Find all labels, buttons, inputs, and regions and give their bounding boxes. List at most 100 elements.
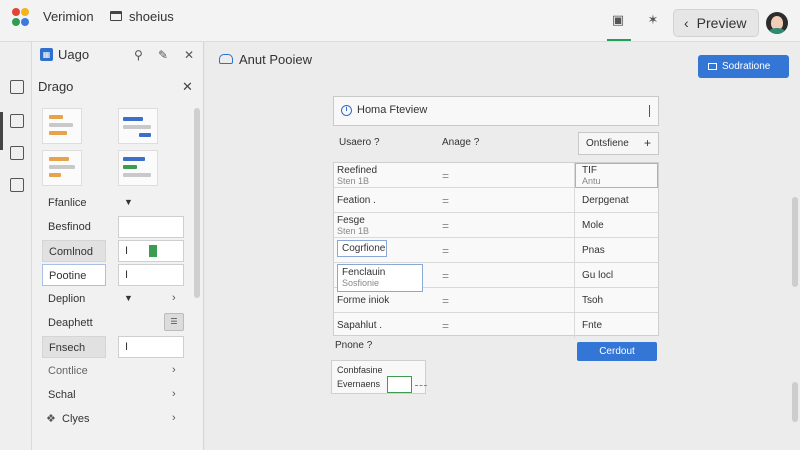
drag-handle-icon[interactable]: =	[442, 269, 449, 283]
frame-row: Conbfasine	[337, 365, 383, 375]
table-row[interactable]: Forme iniok = Tsoh	[334, 288, 658, 313]
frame-input[interactable]	[387, 376, 412, 393]
row-value[interactable]: Pnas	[582, 245, 605, 256]
template-thumbnail[interactable]	[42, 108, 82, 144]
preview-label: Preview	[696, 15, 747, 31]
table-row[interactable]: Reefined Sten 1B = TIF Antu	[334, 163, 658, 188]
drag-handle-icon[interactable]: =	[442, 294, 449, 308]
folder-icon	[110, 11, 122, 21]
property-input[interactable]: I	[118, 264, 184, 286]
column-header: Usaero ?	[339, 137, 380, 148]
caret-down-icon[interactable]: ▼	[124, 197, 133, 207]
frame-row: Evernaens	[337, 379, 381, 389]
table-row[interactable]: Feation . = Derpgenat	[334, 188, 658, 213]
sidebar-header: ▦ Uago ⚲ ✎ ✕	[32, 42, 204, 68]
property-row[interactable]: Pootine I	[42, 264, 188, 286]
row-name: Cogrfione	[337, 240, 387, 257]
list-icon[interactable]	[10, 178, 24, 192]
chevron-right-icon[interactable]: ›	[172, 292, 176, 304]
property-row[interactable]: Ffanlice ▼	[42, 192, 188, 214]
main-scrollbar[interactable]	[792, 197, 798, 287]
rail-active-indicator	[0, 112, 3, 150]
cloud-icon	[219, 54, 233, 64]
project-name[interactable]: shoeius	[129, 9, 174, 24]
save-icon	[708, 62, 717, 70]
property-row[interactable]: Deaphett ☰	[42, 312, 188, 334]
property-label: Comlnod	[42, 240, 106, 262]
table-row[interactable]: Sapahlut . = Fnte	[334, 313, 658, 338]
template-thumbnail[interactable]	[42, 150, 82, 186]
column-divider	[574, 263, 575, 288]
row-value[interactable]: Derpgenat	[582, 195, 629, 206]
primary-button[interactable]: Sodratione	[698, 55, 789, 78]
cursor-select-icon[interactable]: ▣	[610, 12, 626, 28]
property-input[interactable]: I	[118, 336, 184, 358]
table-row[interactable]: Fenclauin Sosfionie = Gu locl	[334, 263, 658, 292]
preview-button[interactable]: ‹ Preview	[673, 9, 759, 37]
card-title: Homa Fteview	[357, 104, 428, 116]
tag-icon: ❖	[46, 413, 56, 425]
property-label: Ffanlice	[48, 197, 87, 209]
edit-icon[interactable]: ✎	[158, 48, 168, 62]
drag-handle-icon[interactable]: =	[442, 169, 449, 183]
main-scrollbar-lower[interactable]	[792, 382, 798, 422]
row-name: Sapahlut .	[337, 320, 383, 331]
column-divider	[574, 238, 575, 263]
section-close-icon[interactable]: ✕	[182, 79, 193, 95]
row-name: Fesge Sten 1B	[337, 215, 370, 236]
chevron-right-icon[interactable]: ›	[172, 388, 176, 400]
column-header: Anage ?	[442, 137, 480, 148]
property-row[interactable]: Fnsech I	[42, 336, 188, 358]
preview-card-header: i Homa Fteview	[333, 96, 659, 126]
magic-wand-icon[interactable]: ✶	[645, 12, 661, 28]
property-row[interactable]: Deplion ▼ ›	[42, 288, 188, 310]
column-select[interactable]: Ontsfiene +	[578, 132, 659, 155]
table-row[interactable]: Cogrfione = Pnas	[334, 238, 658, 263]
app-logo	[12, 8, 36, 28]
caret-down-icon[interactable]: ▼	[124, 293, 133, 303]
property-input[interactable]	[118, 216, 184, 238]
secondary-button[interactable]: Cerdout	[577, 342, 657, 361]
connector-line	[415, 385, 427, 386]
property-label: Pootine	[42, 264, 106, 286]
active-tool-indicator	[607, 39, 631, 41]
row-value[interactable]: Gu locl	[582, 270, 613, 281]
drag-handle-icon[interactable]: =	[442, 219, 449, 233]
row-value[interactable]: Mole	[582, 220, 604, 231]
row-value[interactable]: Tsoh	[582, 295, 603, 306]
main-canvas: Anut Pooiew Sodratione i Homa Fteview Us…	[205, 42, 800, 450]
column-divider	[574, 288, 575, 313]
drag-handle-icon[interactable]: =	[442, 319, 449, 333]
image-icon[interactable]	[10, 114, 24, 128]
document-icon[interactable]	[10, 146, 24, 160]
frame-box[interactable]: Conbfasine Evernaens	[331, 360, 427, 394]
table-row[interactable]: Fesge Sten 1B = Mole	[334, 213, 658, 238]
row-value[interactable]: TIF Antu	[582, 165, 601, 187]
close-icon[interactable]: ✕	[184, 48, 194, 62]
property-row[interactable]: Contlice ›	[42, 360, 188, 382]
property-row[interactable]: Comlnod I	[42, 240, 188, 262]
chevron-left-icon: ‹	[684, 15, 689, 31]
panel-logo-icon: ▦	[40, 48, 53, 61]
plus-icon[interactable]: +	[644, 133, 651, 154]
row-value[interactable]: Fnte	[582, 320, 602, 331]
chevron-right-icon[interactable]: ›	[172, 364, 176, 376]
property-row[interactable]: Schal ›	[42, 384, 188, 406]
property-row[interactable]: Besfinod	[42, 216, 188, 238]
search-icon[interactable]: ⚲	[134, 48, 143, 62]
color-swatch[interactable]	[149, 245, 157, 257]
chevron-right-icon[interactable]: ›	[172, 412, 176, 424]
list-settings-icon[interactable]: ☰	[164, 313, 184, 331]
drag-handle-icon[interactable]: =	[442, 244, 449, 258]
template-thumbnail[interactable]	[118, 108, 158, 144]
template-thumbnail[interactable]	[118, 150, 158, 186]
sidebar-scrollbar[interactable]	[194, 108, 200, 298]
property-label: Deplion	[48, 293, 86, 305]
property-label: Contlice	[48, 365, 88, 377]
app-title: Verimion	[43, 9, 94, 24]
avatar[interactable]	[766, 12, 788, 34]
text-cursor	[649, 105, 650, 117]
property-row[interactable]: Clyes ❖ ›	[42, 408, 188, 430]
layers-icon[interactable]	[10, 80, 24, 94]
drag-handle-icon[interactable]: =	[442, 194, 449, 208]
